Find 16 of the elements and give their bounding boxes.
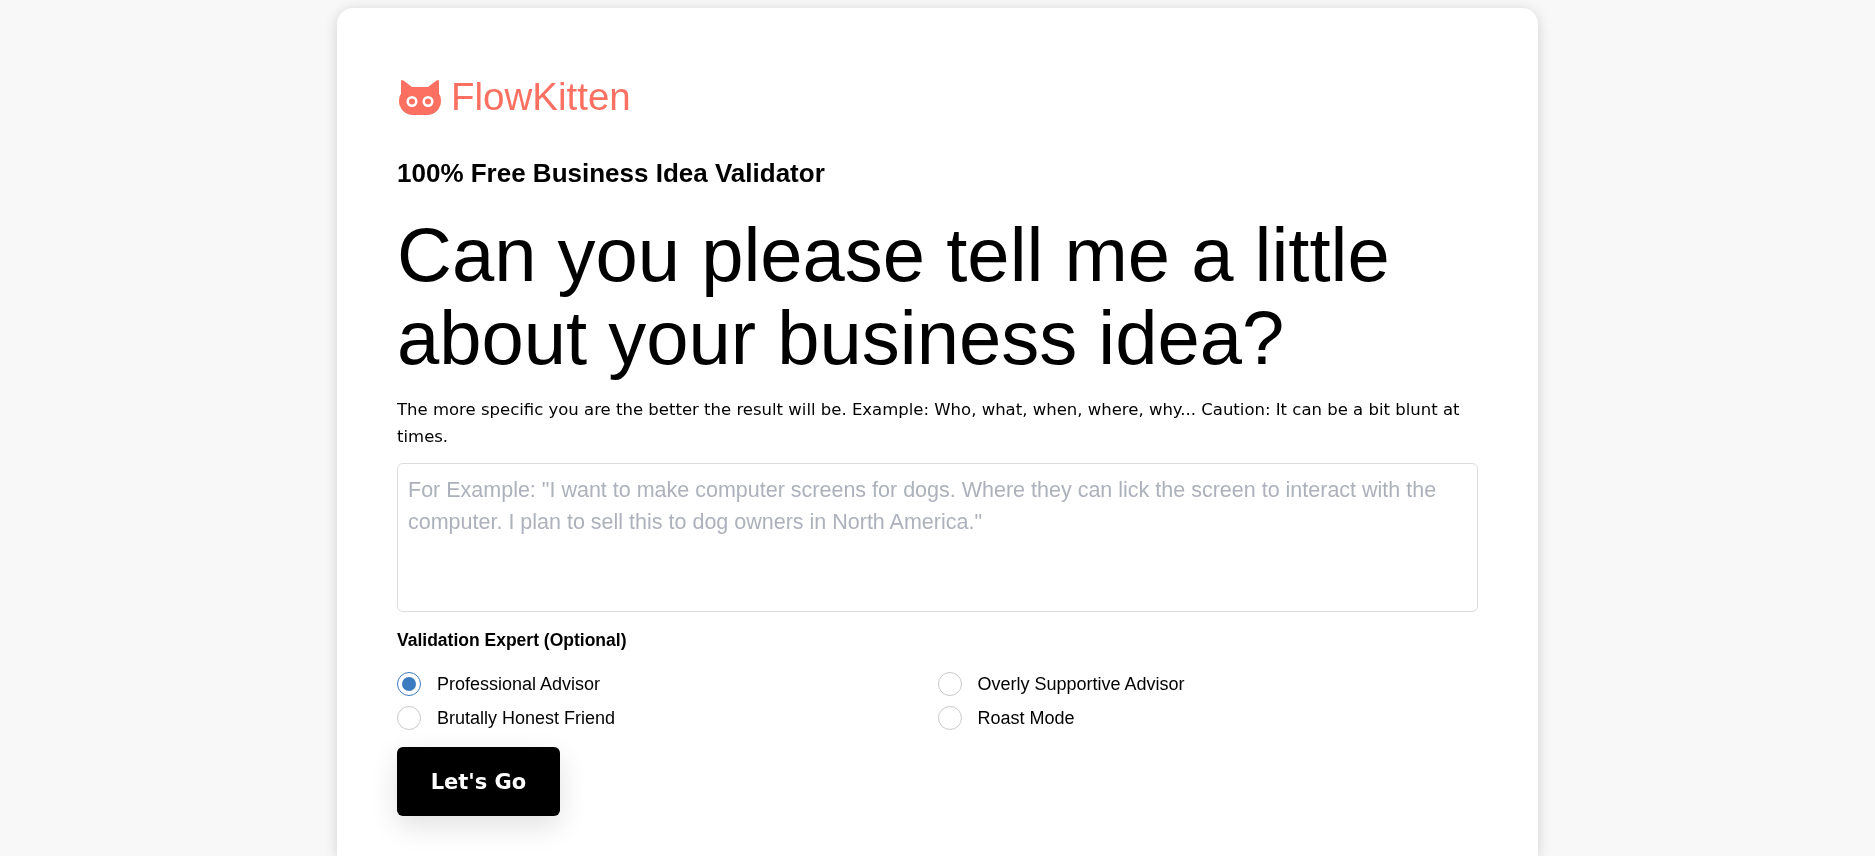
tagline: 100% Free Business Idea Validator [397, 158, 825, 188]
page-heading: Can you please tell me a little about your business idea? [397, 213, 1391, 379]
description-text: The more specific you are the better the result will be. Example: Who, what, when, where, why... Caution: It can be a bit blunt at times. [397, 399, 1461, 448]
radio-option[interactable]: Overly Supportive Advisor [937, 667, 1185, 701]
radio-option[interactable]: Roast Mode [937, 701, 1075, 735]
idea-field[interactable]: For Example: "I want to make computer screens for dogs. Where they can lick the screen to interact with the computer. I plan to sell this to dog owners in North America." [397, 463, 1478, 612]
cat-logo-icon [399, 79, 441, 115]
radio-option[interactable]: Professional Advisor [397, 667, 601, 701]
radio-selected-icon[interactable] [397, 672, 421, 696]
brand-name: FlowKitten [451, 77, 631, 117]
expert-label: Validation Expert (Optional) [397, 629, 627, 651]
submit-button[interactable]: Let's Go [397, 747, 560, 816]
radio-empty-icon[interactable] [937, 706, 962, 730]
radio-empty-icon[interactable] [937, 672, 962, 696]
radio-empty-icon[interactable] [397, 706, 421, 730]
radio-option[interactable]: Brutally Honest Friend [397, 701, 616, 735]
